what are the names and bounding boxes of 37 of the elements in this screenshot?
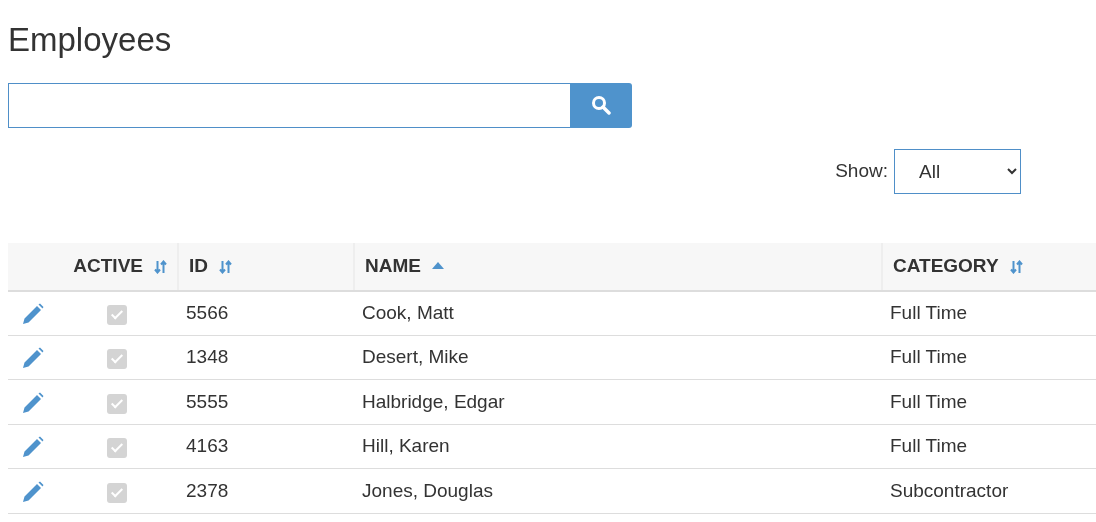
table-cell: Halbridge, Edgar xyxy=(354,379,882,425)
table-cell: Full Time xyxy=(882,290,1096,336)
edit-pencil-icon[interactable] xyxy=(22,436,44,459)
table-cell: Jones, Douglas xyxy=(354,468,882,514)
active-checkbox[interactable] xyxy=(106,304,127,325)
table-cell: 5555 xyxy=(178,379,354,425)
table-cell: 1348 xyxy=(178,335,354,380)
active-checkbox[interactable] xyxy=(106,349,127,370)
table-cell: Full Time xyxy=(882,424,1096,469)
active-checkbox[interactable] xyxy=(106,438,127,459)
search-field[interactable] xyxy=(8,82,570,128)
edit-pencil-icon[interactable] xyxy=(22,480,44,503)
table-cell: Hill, Karen xyxy=(354,424,882,469)
table-cell: Subcontractor xyxy=(882,468,1096,514)
show-label: Show: xyxy=(835,158,888,183)
table-cell: 4163 xyxy=(178,424,354,469)
table-cell: Desert, Mike xyxy=(354,335,882,380)
edit-pencil-icon[interactable] xyxy=(22,347,44,370)
sort-icon[interactable] xyxy=(154,259,167,274)
table-cell: Full Time xyxy=(882,335,1096,380)
active-checkbox[interactable] xyxy=(106,482,127,503)
table-cell: 2378 xyxy=(178,468,354,514)
column-header[interactable]: NAME xyxy=(365,254,421,276)
edit-pencil-icon[interactable] xyxy=(22,391,44,414)
sort-icon[interactable] xyxy=(219,259,232,274)
sort-icon[interactable] xyxy=(1009,259,1023,274)
table-cell: Cook, Matt xyxy=(354,290,882,336)
search-icon xyxy=(591,95,611,116)
active-checkbox[interactable] xyxy=(106,393,127,414)
table-cell: 5566 xyxy=(178,290,354,336)
column-header[interactable]: ID xyxy=(189,254,208,276)
sort-ascending-icon[interactable] xyxy=(431,261,444,269)
search-button[interactable] xyxy=(570,82,632,128)
edit-pencil-icon[interactable] xyxy=(22,302,44,325)
table-cell: Full Time xyxy=(882,379,1096,425)
page-title: Employees xyxy=(8,20,173,60)
show-select[interactable]: All xyxy=(894,148,1021,194)
